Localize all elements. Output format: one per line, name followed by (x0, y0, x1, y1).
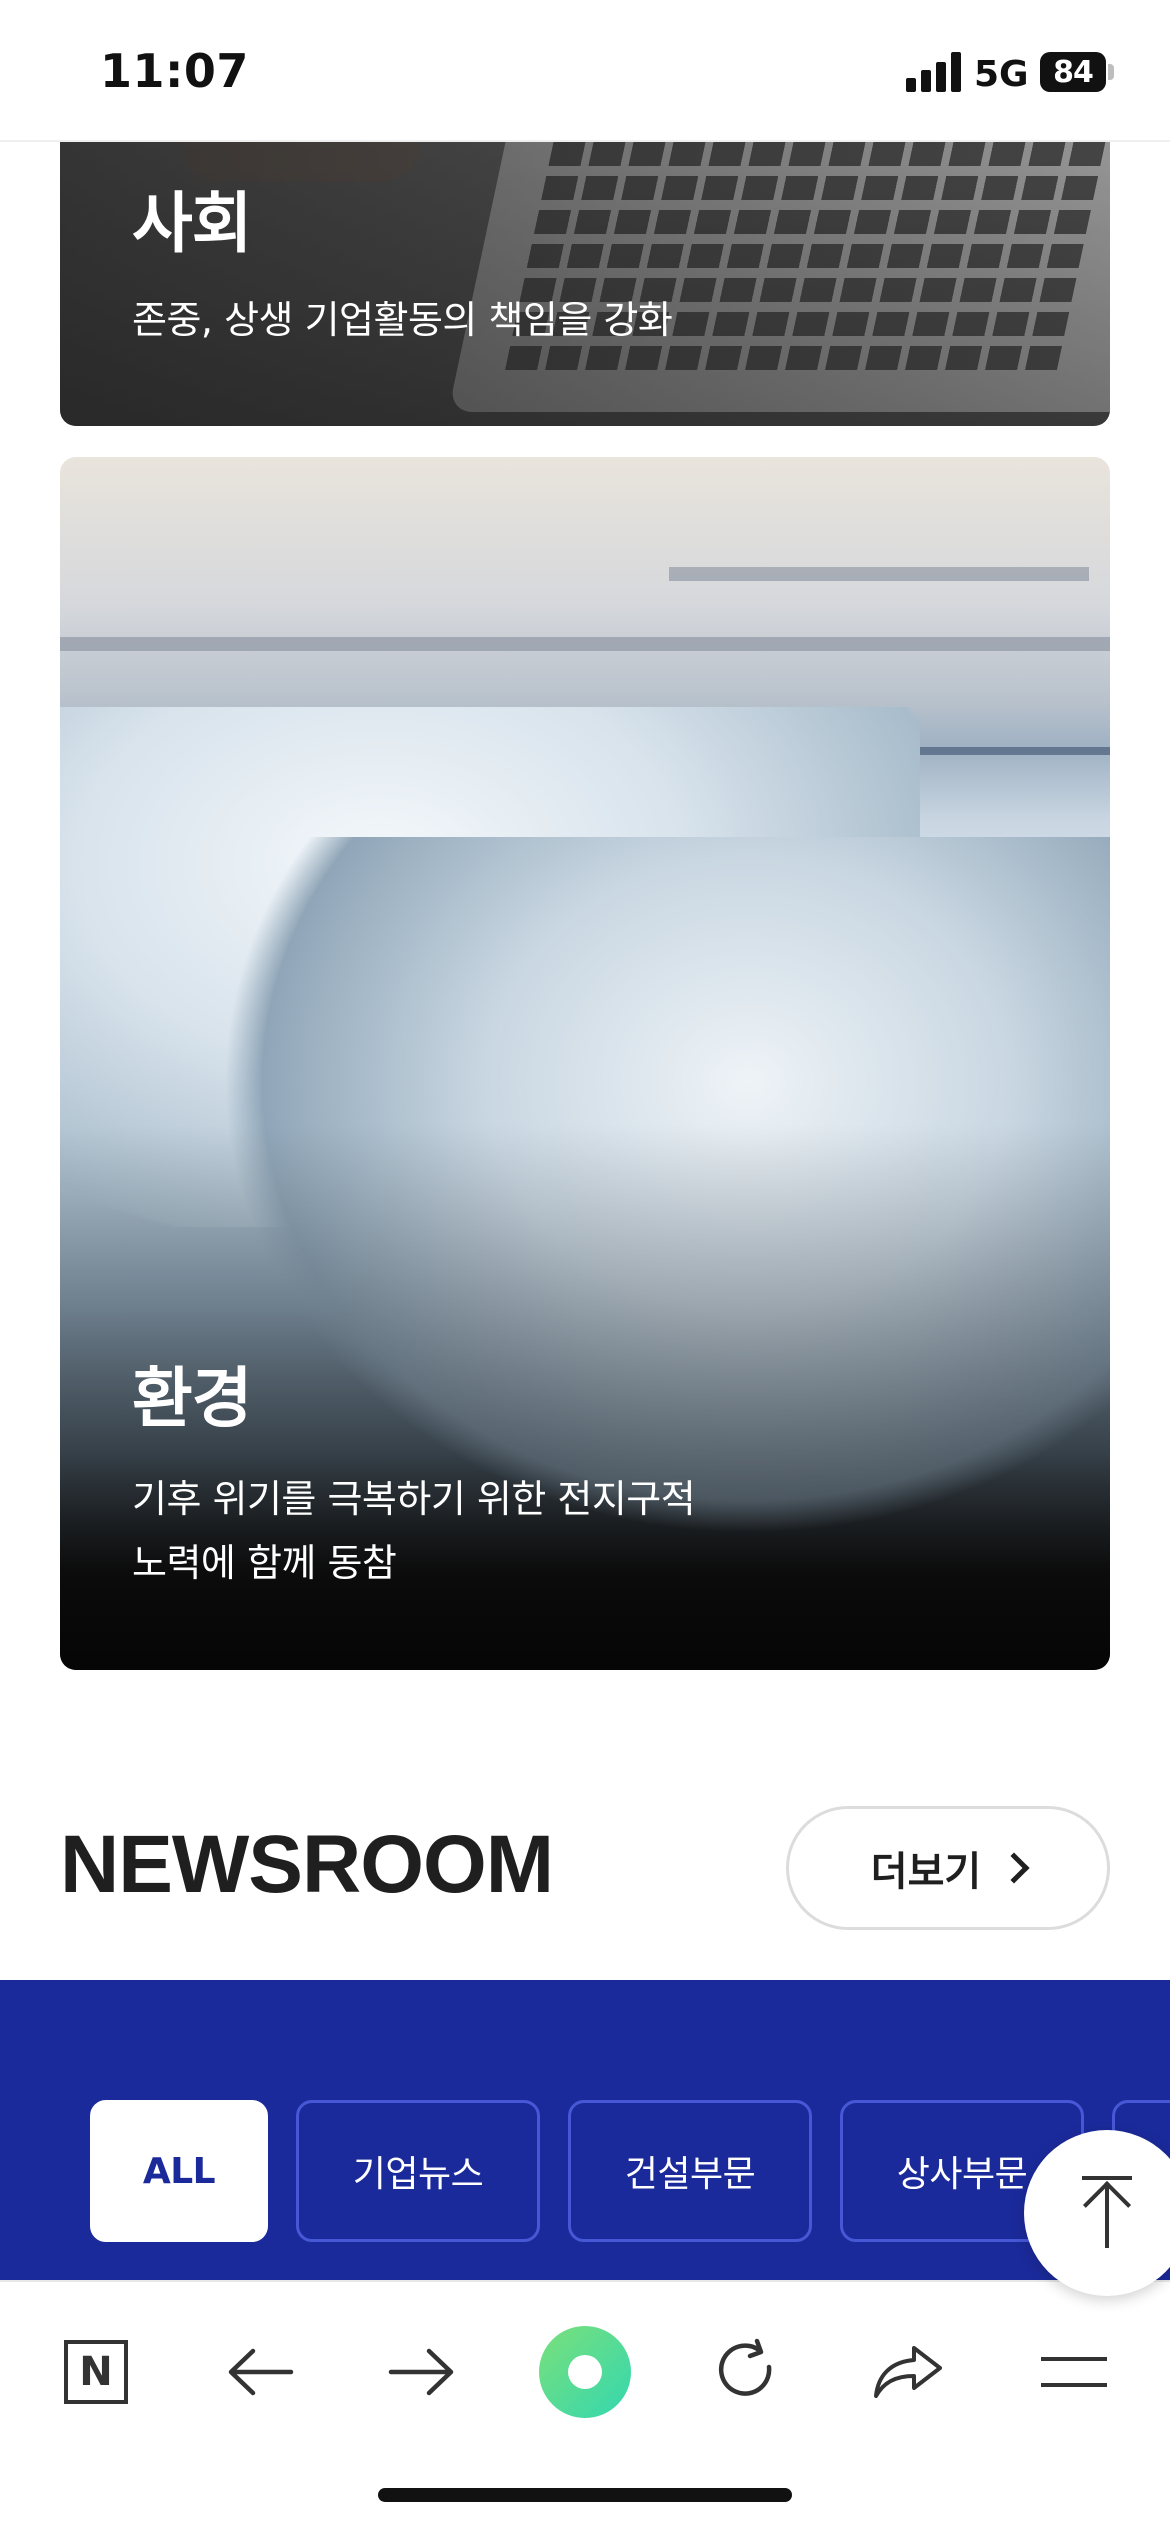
home-indicator[interactable] (378, 2488, 792, 2502)
environment-card-description-line2: 노력에 함께 동참 (132, 1541, 397, 1585)
social-card-title: 사회 (132, 185, 252, 262)
network-type: 5G (974, 54, 1029, 95)
battery-icon: 84 (1040, 52, 1106, 92)
more-button-label: 더보기 (870, 1849, 982, 1895)
forward-arrow-icon[interactable] (372, 2322, 472, 2422)
refresh-icon[interactable] (696, 2322, 796, 2422)
cellular-signal-icon (906, 52, 962, 92)
menu-icon[interactable] (1024, 2322, 1124, 2422)
social-card[interactable]: 사회 존중, 상생 기업활동의 책임을 강화 (60, 142, 1110, 426)
tab-construction[interactable]: 건설부문 (568, 2100, 812, 2242)
status-time: 11:07 (100, 44, 249, 98)
tab-corporate-news[interactable]: 기업뉴스 (296, 2100, 540, 2242)
back-arrow-icon[interactable] (210, 2322, 310, 2422)
chevron-right-icon (998, 1852, 1030, 1884)
tab-all[interactable]: ALL (90, 2100, 268, 2242)
more-button[interactable]: 더보기 (786, 1806, 1110, 1930)
environment-card[interactable]: 환경 기후 위기를 극복하기 위한 전지구적 노력에 함께 동참 (60, 457, 1110, 1670)
newsroom-category-tabs: ALL 기업뉴스 건설부문 상사부문 (0, 1980, 1170, 2280)
home-circle-icon[interactable] (535, 2322, 635, 2422)
status-bar: 11:07 5G 84 (0, 0, 1170, 142)
newsroom-title: NEWSROOM (60, 1819, 554, 1910)
naver-n-icon[interactable]: N (46, 2322, 146, 2422)
environment-card-description-line1: 기후 위기를 극복하기 위한 전지구적 (132, 1477, 696, 1521)
environment-card-title: 환경 (132, 1360, 252, 1437)
battery-cap (1108, 64, 1114, 80)
arrow-up-bar-icon (1082, 2176, 1132, 2180)
social-card-description: 존중, 상생 기업활동의 책임을 강화 (132, 298, 673, 342)
battery-level: 84 (1053, 54, 1094, 90)
share-icon[interactable] (858, 2322, 958, 2422)
